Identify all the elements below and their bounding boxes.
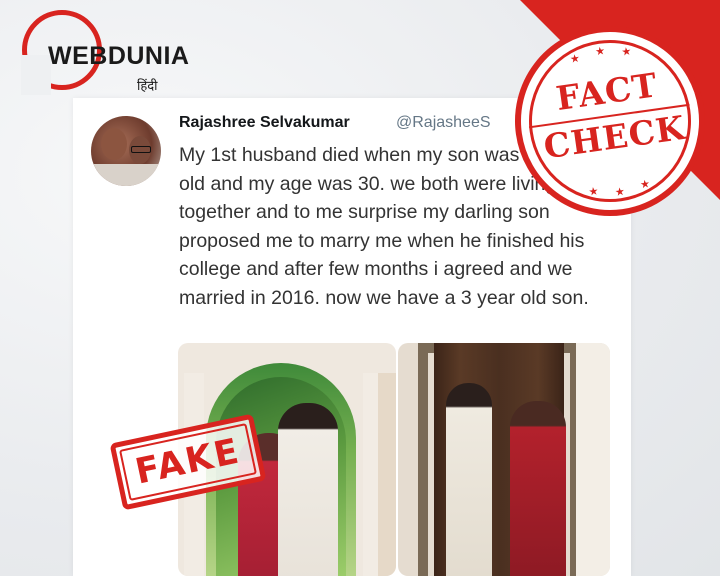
star-icon: ★ [620,45,633,59]
photo-woman [510,401,566,576]
webdunia-logo[interactable]: WEBDUNIA हिंदी [21,10,232,110]
logo-subtitle: हिंदी [137,78,158,93]
logo-wordmark: WEBDUNIA [48,42,190,70]
tweet-photo-2[interactable] [398,343,610,576]
photo-man [278,403,338,576]
star-icon: ★ [639,178,651,192]
star-icon: ★ [569,52,581,66]
photo-man [446,383,492,576]
star-icon: ★ [614,185,626,199]
profile-avatar[interactable] [91,116,161,186]
tweet-author-name[interactable]: Rajashree Selvakumar [179,114,350,132]
star-icon: ★ [594,45,606,59]
star-icon: ★ [587,185,600,199]
